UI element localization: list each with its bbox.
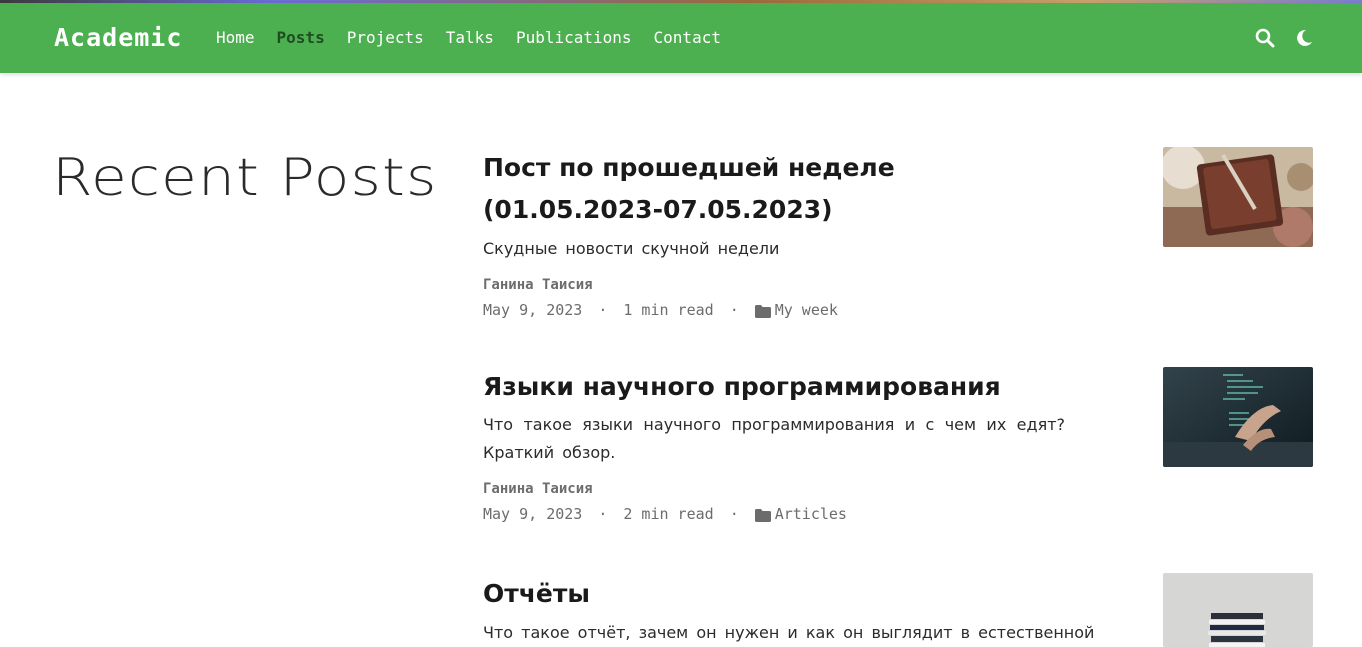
post-author[interactable]: Ганина Таисия xyxy=(483,277,1313,293)
search-icon[interactable] xyxy=(1255,28,1275,48)
post-summary: Скудные новости скучной недели xyxy=(483,239,780,258)
nav-link-posts[interactable]: Posts xyxy=(277,28,325,47)
nav-link-projects[interactable]: Projects xyxy=(347,28,424,47)
post-category[interactable]: My week xyxy=(775,301,838,319)
moon-icon[interactable] xyxy=(1294,28,1314,48)
post-thumbnail[interactable] xyxy=(1163,367,1313,467)
post-meta: May 9, 2023 · 2 min read · Articles xyxy=(483,505,1313,523)
post-category[interactable]: Articles xyxy=(775,505,847,523)
post-author[interactable]: Ганина Таисия xyxy=(483,481,1313,497)
post-date: May 9, 2023 xyxy=(483,301,583,319)
nav-links: Home Posts Projects Talks Publications C… xyxy=(216,28,743,47)
site-brand[interactable]: Academic xyxy=(54,23,182,52)
folder-icon xyxy=(754,508,771,522)
post-title[interactable]: Языки научного программирования xyxy=(483,367,1083,407)
nav-link-publications[interactable]: Publications xyxy=(516,28,632,47)
nav-link-talks[interactable]: Talks xyxy=(446,28,494,47)
post-thumbnail[interactable] xyxy=(1163,573,1313,647)
post-title[interactable]: Отчёты xyxy=(483,573,1083,615)
meta-separator: · xyxy=(729,505,739,523)
post-item: Пост по прошедшей неделе (01.05.2023-07.… xyxy=(483,147,1313,319)
nav-link-contact[interactable]: Contact xyxy=(654,28,721,47)
page-title: Recent Posts xyxy=(52,148,438,208)
post-thumbnail[interactable] xyxy=(1163,147,1313,247)
post-summary: Что такое отчёт, зачем он нужен и как он… xyxy=(483,623,1095,642)
post-title[interactable]: Пост по прошедшей неделе (01.05.2023-07.… xyxy=(483,147,1083,231)
post-item: Отчёты Что такое отчёт, зачем он нужен и… xyxy=(483,573,1313,647)
meta-separator: · xyxy=(598,505,608,523)
navbar: Academic Home Posts Projects Talks Publi… xyxy=(0,3,1362,73)
meta-separator: · xyxy=(729,301,739,319)
meta-separator: · xyxy=(598,301,608,319)
folder-icon xyxy=(754,304,771,318)
nav-link-home[interactable]: Home xyxy=(216,28,255,47)
post-item: Языки научного программирования Что тако… xyxy=(483,367,1313,523)
post-summary: Что такое языки научного программировани… xyxy=(483,415,1065,462)
post-meta: May 9, 2023 · 1 min read · My week xyxy=(483,301,1313,319)
post-date: May 9, 2023 xyxy=(483,505,583,523)
post-read-time: 1 min read xyxy=(623,301,714,319)
post-read-time: 2 min read xyxy=(623,505,714,523)
